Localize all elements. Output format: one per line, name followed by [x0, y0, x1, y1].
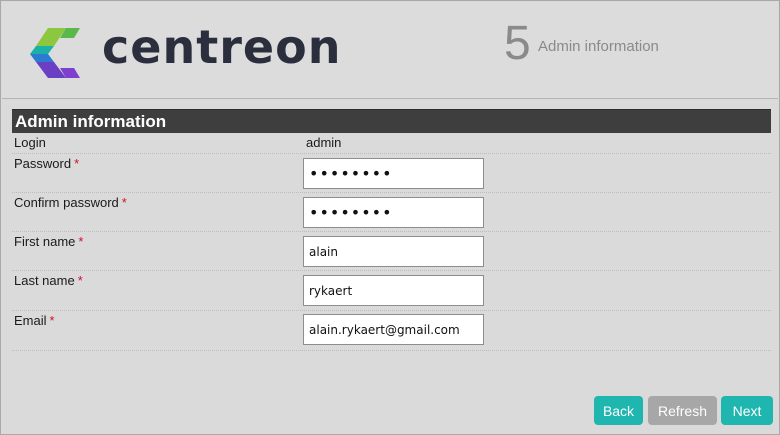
- step-label: Admin information: [538, 38, 659, 55]
- login-label: Login: [14, 135, 46, 150]
- installer-window: centreon 5 Admin information Admin infor…: [0, 0, 780, 435]
- back-button[interactable]: Back: [594, 396, 643, 425]
- password-label: Password *: [14, 156, 80, 171]
- next-button[interactable]: Next: [721, 396, 773, 425]
- form-row-email: Email * alain.rykaert@gmail.com: [12, 313, 771, 351]
- confirm-password-label: Confirm password *: [14, 195, 127, 210]
- required-mark: *: [77, 273, 83, 288]
- section-title: Admin information: [15, 112, 167, 131]
- last-name-label: Last name *: [14, 273, 83, 288]
- form-row-last-name: Last name * rykaert: [12, 273, 771, 311]
- last-name-field[interactable]: rykaert: [303, 275, 484, 306]
- header: centreon 5 Admin information: [2, 2, 778, 99]
- form-row-login: Login admin: [12, 135, 771, 154]
- required-mark: *: [121, 195, 127, 210]
- form-row-password: Password * ••••••••: [12, 156, 771, 193]
- required-mark: *: [74, 156, 80, 171]
- logo-text: centreon: [102, 20, 342, 74]
- required-mark: *: [49, 313, 55, 328]
- centreon-logo-icon: [30, 28, 80, 78]
- section-header: Admin information: [12, 109, 771, 133]
- step-number: 5: [504, 17, 531, 70]
- confirm-password-field[interactable]: ••••••••: [303, 197, 484, 228]
- email-label: Email *: [14, 313, 55, 328]
- form-row-first-name: First name * alain: [12, 234, 771, 271]
- email-field[interactable]: alain.rykaert@gmail.com: [303, 314, 484, 345]
- password-field[interactable]: ••••••••: [303, 158, 484, 189]
- first-name-field[interactable]: alain: [303, 236, 484, 267]
- first-name-label: First name *: [14, 234, 84, 249]
- login-value: admin: [306, 135, 342, 150]
- refresh-button[interactable]: Refresh: [648, 396, 717, 425]
- form-row-confirm-password: Confirm password * ••••••••: [12, 195, 771, 232]
- required-mark: *: [78, 234, 84, 249]
